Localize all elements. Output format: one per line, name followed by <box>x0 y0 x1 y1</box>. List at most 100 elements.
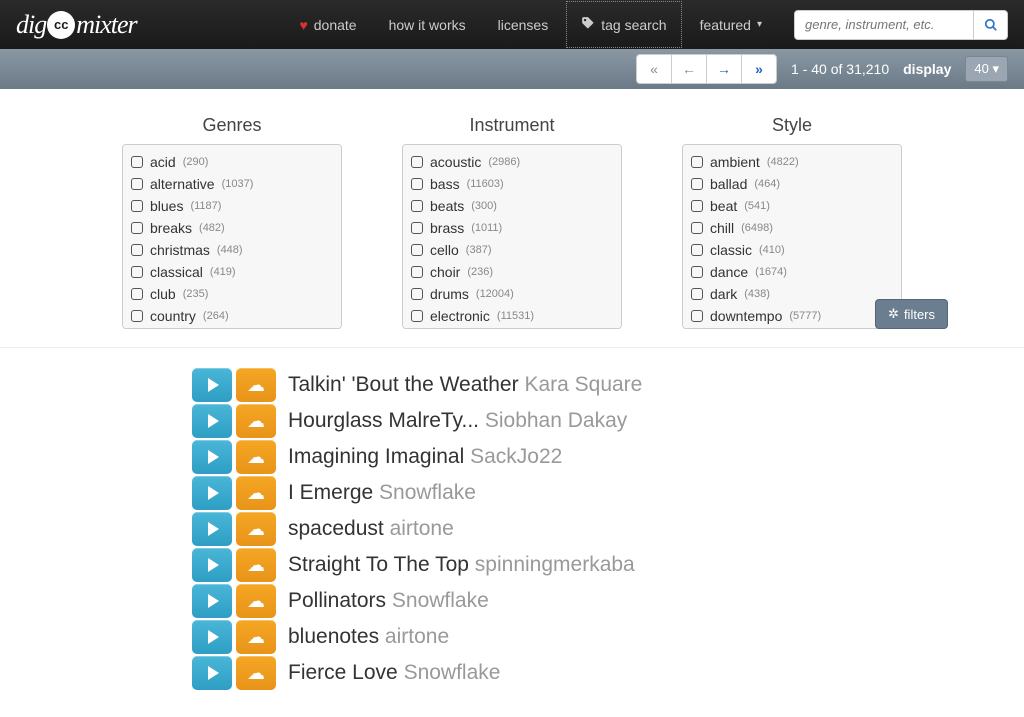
play-button[interactable] <box>192 476 232 510</box>
play-button[interactable] <box>192 548 232 582</box>
download-button[interactable]: ☁ <box>236 548 276 582</box>
track-text[interactable]: Fierce Love Snowflake <box>288 661 500 685</box>
pager-last[interactable]: » <box>741 54 777 84</box>
pager-prev[interactable]: ← <box>671 54 707 84</box>
download-button[interactable]: ☁ <box>236 584 276 618</box>
play-button[interactable] <box>192 584 232 618</box>
genres-item[interactable]: club(235) <box>131 283 333 305</box>
track-text[interactable]: Hourglass MalreTy... Siobhan Dakay <box>288 409 627 433</box>
track-text[interactable]: Imagining Imaginal SackJo22 <box>288 445 562 469</box>
logo[interactable]: dig cc mixter <box>16 10 137 40</box>
play-icon <box>208 666 219 680</box>
genres-item[interactable]: breaks(482) <box>131 217 333 239</box>
style-item[interactable]: classic(410) <box>691 239 893 261</box>
filters-button[interactable]: ✲ filters <box>875 299 948 329</box>
checkbox-icon <box>131 244 143 256</box>
play-button[interactable] <box>192 620 232 654</box>
cloud-download-icon: ☁ <box>247 663 265 684</box>
play-button[interactable] <box>192 404 232 438</box>
download-button[interactable]: ☁ <box>236 512 276 546</box>
track-text[interactable]: Straight To The Top spinningmerkaba <box>288 553 635 577</box>
track-artist: Snowflake <box>404 661 501 684</box>
cloud-download-icon: ☁ <box>247 591 265 612</box>
search-input[interactable] <box>794 10 974 40</box>
track-artist: Snowflake <box>392 589 489 612</box>
filter-style-box[interactable]: ambient(4822)ballad(464)beat(541)chill(6… <box>682 144 902 329</box>
download-button[interactable]: ☁ <box>236 620 276 654</box>
track-text[interactable]: Pollinators Snowflake <box>288 589 489 613</box>
filter-item-count: (5777) <box>789 310 821 322</box>
style-item[interactable]: beat(541) <box>691 195 893 217</box>
nav-how-it-works[interactable]: how it works <box>375 3 480 47</box>
style-item[interactable]: downtempo(5777) <box>691 305 893 327</box>
track-row: ☁ Talkin' 'Bout the Weather Kara Square <box>192 368 832 402</box>
filter-style-title: Style <box>682 115 902 136</box>
checkbox-icon <box>131 266 143 278</box>
play-button[interactable] <box>192 656 232 690</box>
nav-licenses[interactable]: licenses <box>484 3 563 47</box>
nav: ♥ donate how it works licenses tag searc… <box>285 1 1008 48</box>
checkbox-icon <box>691 310 703 322</box>
genres-item[interactable]: blues(1187) <box>131 195 333 217</box>
instrument-item[interactable]: bass(11603) <box>411 173 613 195</box>
nav-tag-search[interactable]: tag search <box>566 1 681 48</box>
style-item[interactable]: ballad(464) <box>691 173 893 195</box>
instrument-item[interactable]: cello(387) <box>411 239 613 261</box>
play-button[interactable] <box>192 512 232 546</box>
genres-item[interactable]: classical(419) <box>131 261 333 283</box>
track-title: bluenotes <box>288 625 385 648</box>
instrument-item[interactable]: beats(300) <box>411 195 613 217</box>
track-title: Fierce Love <box>288 661 404 684</box>
download-button[interactable]: ☁ <box>236 476 276 510</box>
pager-next[interactable]: → <box>706 54 742 84</box>
filter-genres-box[interactable]: acid(290)alternative(1037)blues(1187)bre… <box>122 144 342 329</box>
display-select[interactable]: 40 ▾ <box>965 56 1008 82</box>
download-button[interactable]: ☁ <box>236 440 276 474</box>
checkbox-icon <box>131 156 143 168</box>
track-text[interactable]: Talkin' 'Bout the Weather Kara Square <box>288 373 642 397</box>
instrument-item[interactable]: brass(1011) <box>411 217 613 239</box>
genres-item[interactable]: acid(290) <box>131 151 333 173</box>
genres-item[interactable]: country(264) <box>131 305 333 327</box>
checkbox-icon <box>411 288 423 300</box>
track-row: ☁ Pollinators Snowflake <box>192 584 832 618</box>
filter-instrument-box[interactable]: acoustic(2986)bass(11603)beats(300)brass… <box>402 144 622 329</box>
play-icon <box>208 522 219 536</box>
filter-item-label: ballad <box>710 176 747 192</box>
track-text[interactable]: bluenotes airtone <box>288 625 449 649</box>
style-item[interactable]: dance(1674) <box>691 261 893 283</box>
tag-icon <box>581 16 595 33</box>
filter-item-label: acid <box>150 154 176 170</box>
style-item[interactable]: dark(438) <box>691 283 893 305</box>
checkbox-icon <box>691 266 703 278</box>
instrument-item[interactable]: drums(12004) <box>411 283 613 305</box>
checkbox-icon <box>411 178 423 190</box>
filter-item-label: bass <box>430 176 460 192</box>
track-text[interactable]: spacedust airtone <box>288 517 454 541</box>
download-button[interactable]: ☁ <box>236 656 276 690</box>
filter-item-label: alternative <box>150 176 215 192</box>
instrument-item[interactable]: choir(236) <box>411 261 613 283</box>
genres-item[interactable]: alternative(1037) <box>131 173 333 195</box>
download-button[interactable]: ☁ <box>236 404 276 438</box>
track-title: Pollinators <box>288 589 392 612</box>
instrument-item[interactable]: acoustic(2986) <box>411 151 613 173</box>
gear-icon: ✲ <box>888 306 899 322</box>
instrument-item[interactable]: electronic(11531) <box>411 305 613 327</box>
play-button[interactable] <box>192 368 232 402</box>
track-title: Straight To The Top <box>288 553 475 576</box>
download-button[interactable]: ☁ <box>236 368 276 402</box>
chevron-down-icon: ▾ <box>757 19 762 30</box>
track-list: ☁ Talkin' 'Bout the Weather Kara Square ☁ H… <box>0 348 1024 710</box>
style-item[interactable]: ambient(4822) <box>691 151 893 173</box>
play-button[interactable] <box>192 440 232 474</box>
pager-first[interactable]: « <box>636 54 672 84</box>
nav-donate[interactable]: ♥ donate <box>285 3 370 47</box>
track-text[interactable]: I Emerge Snowflake <box>288 481 476 505</box>
track-row: ☁ spacedust airtone <box>192 512 832 546</box>
track-row: ☁ Fierce Love Snowflake <box>192 656 832 690</box>
nav-featured[interactable]: featured ▾ <box>686 3 776 47</box>
style-item[interactable]: chill(6498) <box>691 217 893 239</box>
search-button[interactable] <box>974 10 1008 40</box>
genres-item[interactable]: christmas(448) <box>131 239 333 261</box>
